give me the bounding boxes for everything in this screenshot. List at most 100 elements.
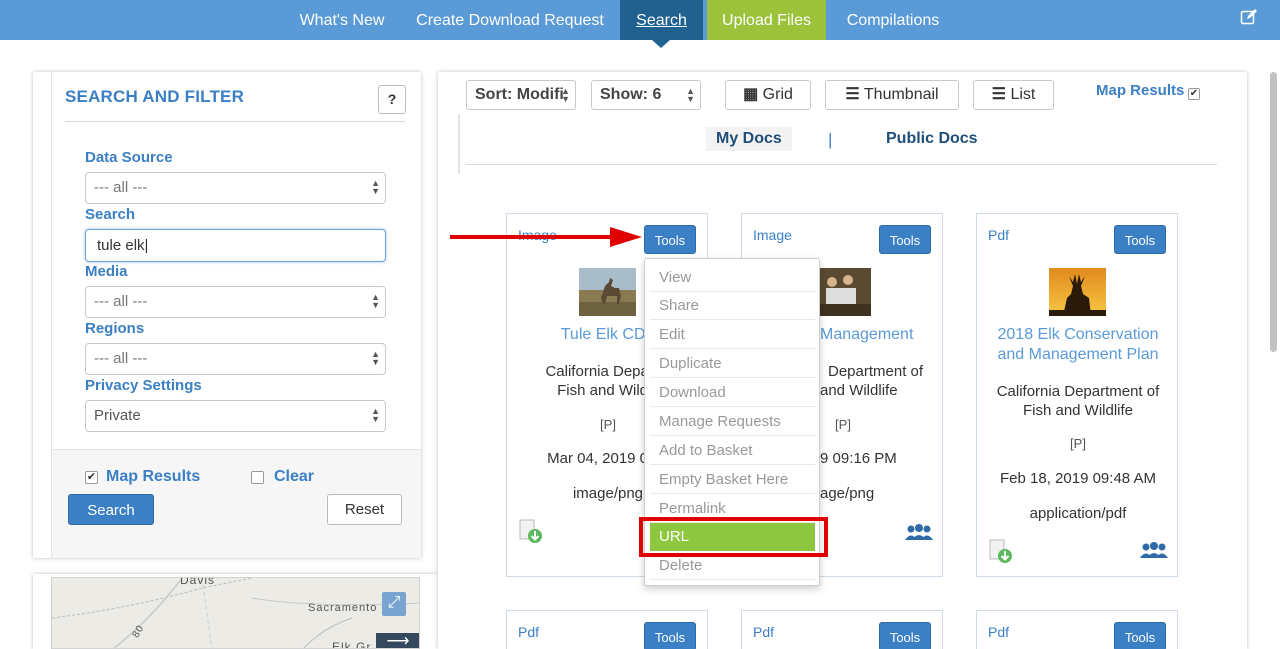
map-results-checkbox[interactable]: ✔ (85, 471, 98, 484)
nav-compilations[interactable]: Compilations (832, 0, 954, 40)
group-icon (905, 524, 933, 540)
sort-value: Sort: Modifi (475, 86, 564, 103)
sort-select[interactable]: Sort: Modifi ▲ ▼ (466, 80, 576, 110)
map-results-link[interactable]: Map Results (1096, 82, 1184, 99)
search-input-value: tule elk (97, 237, 145, 254)
tab-my-docs[interactable]: My Docs (706, 127, 792, 151)
tools-button[interactable]: Tools (1114, 225, 1166, 254)
nav-search[interactable]: Search (620, 0, 703, 40)
doc-agency-line2: and Wildlife (820, 382, 898, 399)
thumbnail-image[interactable] (814, 268, 871, 316)
page-scrollbar[interactable] (1270, 72, 1277, 352)
doc-type: Pdf (518, 624, 540, 640)
doc-title[interactable]: Management (820, 325, 944, 345)
menu-item-view[interactable]: View (650, 264, 815, 292)
thumbnail-view-button[interactable]: ☰ Thumbnail (825, 80, 959, 110)
tabs-divider (466, 164, 1217, 165)
regions-value: --- all --- (94, 350, 148, 367)
regions-select[interactable]: --- all --- ▲ ▼ (85, 343, 386, 375)
thumbnail-image[interactable] (579, 268, 636, 316)
grid-icon: ▦ (743, 86, 759, 103)
select-arrows-icon: ▲ ▼ (371, 292, 380, 310)
doc-date: 9 09:16 PM (820, 450, 897, 467)
data-source-select[interactable]: --- all --- ▲ ▼ (85, 172, 386, 204)
privacy-settings-select[interactable]: Private ▲ ▼ (85, 400, 386, 432)
tools-button[interactable]: Tools (644, 225, 696, 254)
select-arrows-icon: ▲ ▼ (686, 86, 695, 104)
doc-card[interactable]: Pdf Tools 2018 Elk Conservation and Mana… (976, 213, 1178, 577)
search-filter-title: SEARCH AND FILTER (65, 87, 245, 106)
search-button[interactable]: Search (68, 494, 154, 525)
map-results-toggle[interactable]: ✔ (1188, 88, 1200, 100)
menu-item-share[interactable]: Share (650, 292, 815, 320)
download-icon[interactable] (519, 519, 543, 543)
menu-icon: ☰ (991, 86, 1006, 103)
expand-icon[interactable]: ⤢ (382, 592, 406, 616)
map-results-label[interactable]: Map Results (106, 468, 200, 486)
menu-item-manage-requests[interactable]: Manage Requests (650, 408, 815, 436)
tools-button[interactable]: Tools (644, 622, 696, 649)
list-label: List (1010, 86, 1036, 103)
media-value: --- all --- (94, 293, 148, 310)
privacy-settings-label: Privacy Settings (85, 377, 202, 394)
doc-agency-line2: Fish and Wildlife (1022, 402, 1134, 419)
menu-item-edit[interactable]: Edit (650, 321, 815, 349)
show-select[interactable]: Show: 6 ▲ ▼ (591, 80, 701, 110)
tools-button[interactable]: Tools (879, 225, 931, 254)
select-arrows-icon: ▲ ▼ (371, 349, 380, 367)
map[interactable]: Davis Sacramento 80 Elk Gr ⤢ ⟶ (51, 577, 420, 649)
map-label-elk-grove: Elk Gr (332, 640, 372, 649)
doc-card[interactable]: Pdf Tools (741, 610, 943, 649)
doc-title-line2[interactable]: and Management Plan (977, 345, 1179, 365)
menu-item-empty-basket-here[interactable]: Empty Basket Here (650, 466, 815, 494)
tab-separator: | (828, 130, 833, 149)
nav-create-download-request[interactable]: Create Download Request (406, 0, 614, 40)
nav-upload-files[interactable]: Upload Files (707, 0, 826, 40)
menu-item-add-to-basket[interactable]: Add to Basket (650, 437, 815, 465)
list-icon: ☰ (845, 86, 860, 103)
doc-privacy: [P] (1070, 436, 1086, 451)
annotation-arrow-icon (450, 227, 642, 247)
tools-button[interactable]: Tools (879, 622, 931, 649)
map-label-davis: Davis (180, 577, 216, 587)
grid-label: Grid (762, 86, 793, 103)
doc-mime: application/pdf (1029, 505, 1127, 522)
top-navigation: What's New Create Download Request Searc… (0, 0, 1280, 40)
doc-title-line1[interactable]: 2018 Elk Conservation (977, 325, 1179, 345)
search-input[interactable]: tule elk| (85, 229, 386, 262)
filter-divider (65, 121, 405, 122)
doc-type: Pdf (753, 624, 775, 640)
grid-view-button[interactable]: ▦ Grid (725, 80, 811, 110)
nav-active-caret (652, 40, 670, 48)
doc-date: Feb 18, 2019 09:48 AM (1000, 470, 1156, 487)
doc-agency-line1: California Department of (996, 383, 1160, 400)
help-button[interactable]: ? (378, 85, 406, 114)
clear-checkbox[interactable] (251, 471, 264, 484)
nav-whats-new[interactable]: What's New (286, 0, 398, 40)
highlight-box (639, 517, 828, 557)
menu-item-download[interactable]: Download (650, 379, 815, 407)
tools-button[interactable]: Tools (1114, 622, 1166, 649)
list-view-button[interactable]: ☰ List (973, 80, 1054, 110)
doc-type: Pdf (988, 227, 1010, 243)
map-label-sacramento: Sacramento (308, 602, 378, 614)
search-label: Search (85, 206, 136, 223)
arrow-right-icon[interactable]: ⟶ (376, 633, 419, 648)
menu-item-duplicate[interactable]: Duplicate (650, 350, 815, 378)
doc-type: Image (753, 227, 792, 243)
reset-button[interactable]: Reset (327, 494, 402, 525)
doc-card[interactable]: Pdf Tools (506, 610, 708, 649)
show-value: Show: 6 (600, 86, 662, 103)
tab-public-docs[interactable]: Public Docs (886, 130, 978, 148)
doc-type: Pdf (988, 624, 1010, 640)
search-filter-panel: SEARCH AND FILTER ? Data Source --- all … (33, 72, 421, 558)
panel-scroll-line (458, 114, 460, 174)
download-icon[interactable] (989, 539, 1013, 563)
regions-label: Regions (85, 320, 145, 337)
doc-card[interactable]: Pdf Tools (976, 610, 1178, 649)
thumbnail-image[interactable] (1049, 268, 1106, 316)
edit-icon[interactable] (1240, 8, 1258, 26)
media-label: Media (85, 263, 128, 280)
media-select[interactable]: --- all --- ▲ ▼ (85, 286, 386, 318)
clear-label[interactable]: Clear (274, 468, 314, 486)
